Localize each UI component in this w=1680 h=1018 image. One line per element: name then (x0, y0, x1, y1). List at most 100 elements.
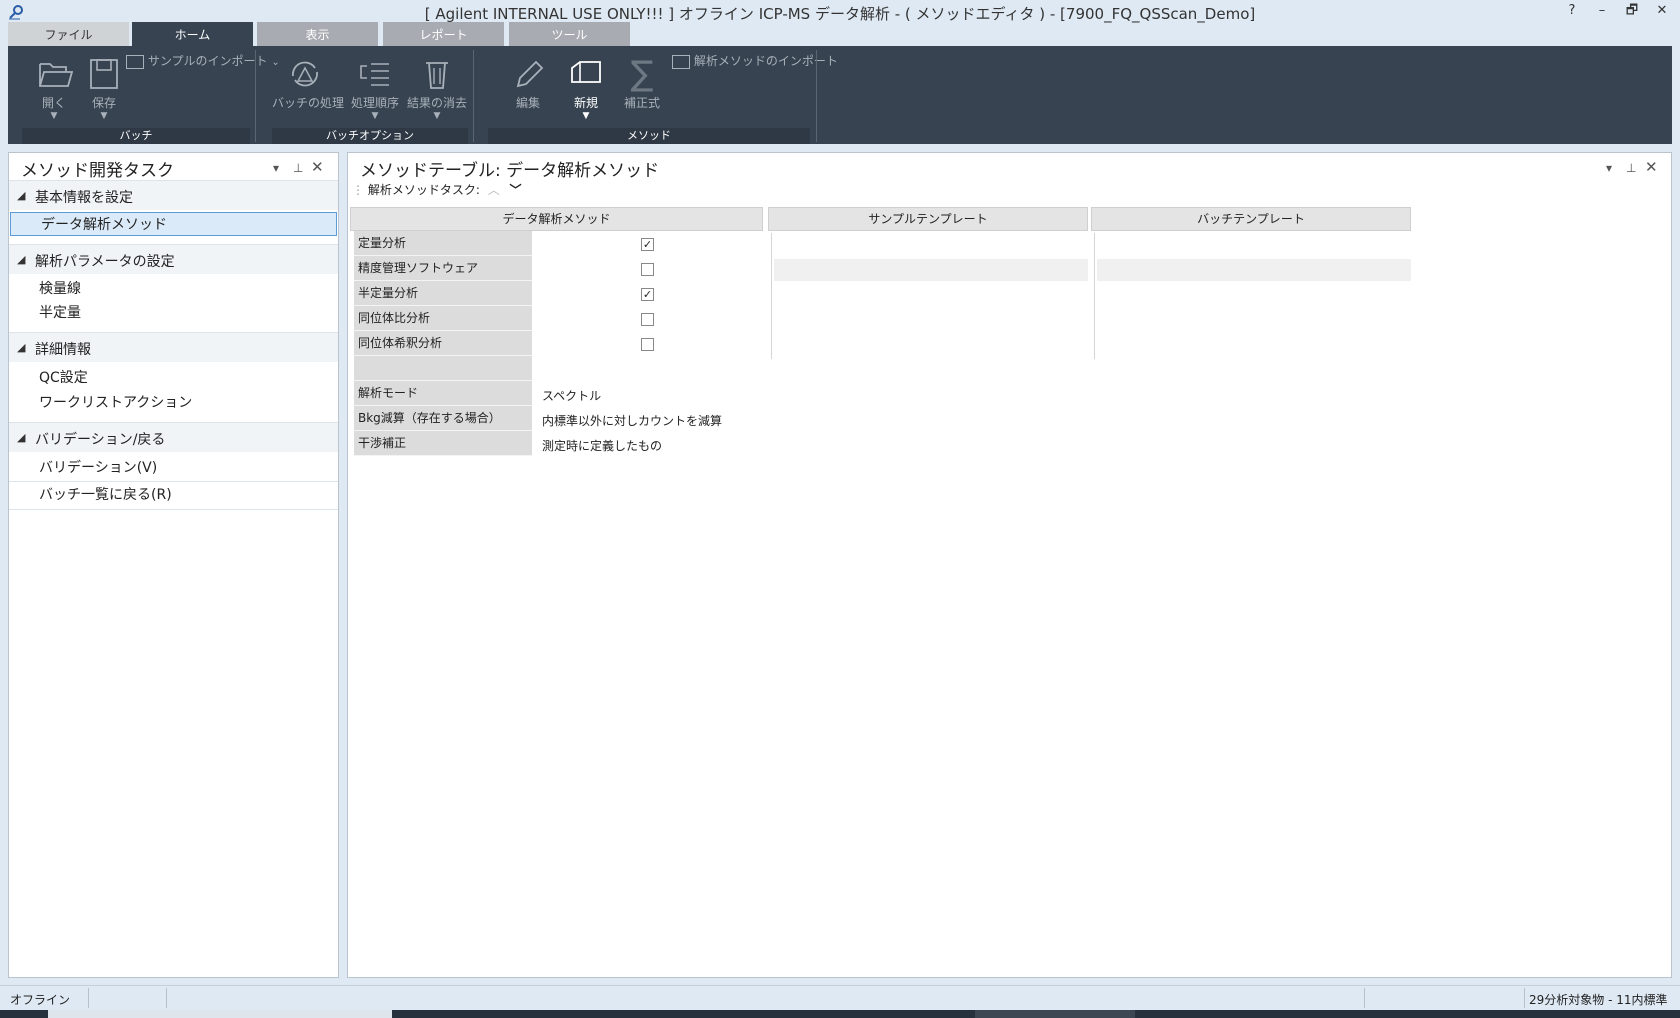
import-sample-button[interactable]: サンプルのインポート ⌄ (126, 52, 280, 69)
correction-label: 補正式 (623, 96, 660, 110)
collapse-triangle-icon: ◢ (17, 253, 26, 266)
pin-icon[interactable]: ⊥ (293, 161, 303, 175)
section-validation[interactable]: ◢ バリデーション/戻る (9, 422, 338, 452)
close-window-button[interactable]: ✕ (1650, 1, 1674, 21)
edit-button[interactable]: 編集 (500, 56, 556, 111)
batch-process-label: バッチの処理 (272, 96, 345, 110)
group-label-batch-options: バッチオプション (272, 128, 468, 144)
import-method-button[interactable]: 解析メソッドのインポート (672, 52, 838, 69)
column-header-batch-template[interactable]: バッチテンプレート (1091, 207, 1411, 231)
task-semiquant[interactable]: 半定量 (9, 301, 338, 325)
section-analysis-params[interactable]: ◢ 解析パラメータの設定 (9, 244, 338, 274)
correction-button[interactable]: ∑ 補正式 (614, 56, 670, 111)
help-button[interactable]: ? (1560, 1, 1584, 21)
group-divider (255, 50, 256, 142)
row-label-isotope-ratio: 同位体比分析 (354, 306, 532, 331)
section-basic-info[interactable]: ◢ 基本情報を設定 (9, 180, 338, 210)
trash-icon (415, 56, 459, 92)
taskbar-strip (0, 1010, 1680, 1018)
sample-template-cell (774, 259, 1088, 281)
import-icon (672, 54, 690, 69)
checkbox-isotope-dilution[interactable] (641, 338, 654, 351)
task-validation[interactable]: バリデーション(V) (9, 456, 338, 480)
pencil-icon (506, 56, 550, 92)
panel-title: メソッドテーブル: データ解析メソッド (360, 161, 660, 181)
chevron-down-icon: ▼ (371, 111, 379, 121)
collapse-triangle-icon: ◢ (17, 431, 26, 444)
panel-title: メソッド開発タスク (21, 161, 174, 181)
checkbox-isotope-ratio[interactable] (641, 313, 654, 326)
method-table-panel: メソッドテーブル: データ解析メソッド ▾ ⊥ ✕ ⋮ 解析メソッドタスク: ︿… (347, 152, 1672, 978)
batch-process-button[interactable]: バッチの処理 (272, 56, 345, 111)
task-back-to-batch[interactable]: バッチ一覧に戻る(R) (9, 483, 338, 507)
task-qc-settings[interactable]: QC設定 (9, 366, 338, 390)
value-bkg-subtraction[interactable]: 内標準以外に対しカウントを減算 (542, 412, 722, 429)
row-label-analysis-mode: 解析モード (354, 381, 532, 406)
row-label-interference: 干渉補正 (354, 431, 532, 456)
chevron-down-icon[interactable]: ﹀ (510, 183, 522, 197)
task-data-analysis-method[interactable]: データ解析メソッド (10, 212, 337, 236)
pin-icon[interactable]: ⊥ (1626, 161, 1636, 175)
value-analysis-mode[interactable]: スペクトル (542, 387, 601, 404)
tab-home[interactable]: ホーム (132, 22, 253, 46)
section-title: バリデーション/戻る (35, 432, 166, 448)
chevron-down-icon: ▼ (100, 111, 108, 121)
tasks-label: 解析メソッドタスク: (367, 183, 480, 197)
chevron-down-icon: ▼ (582, 111, 590, 121)
close-icon[interactable]: ✕ (311, 158, 324, 176)
status-bar: オフライン 29分析対象物 - 11内標準 (0, 985, 1680, 1010)
row-label-quant: 定量分析 (354, 231, 532, 256)
tab-view[interactable]: 表示 (257, 22, 378, 46)
status-divider (1364, 988, 1365, 1008)
status-summary: 29分析対象物 - 11内標準 (1529, 993, 1668, 1007)
status-mode: オフライン (10, 993, 71, 1007)
collapse-triangle-icon: ◢ (17, 341, 26, 354)
taskbar-item[interactable] (975, 1010, 1135, 1018)
close-icon[interactable]: ✕ (1645, 158, 1658, 176)
folder-open-icon (32, 56, 76, 92)
restore-button[interactable]: 🗗 (1620, 1, 1644, 21)
list-order-icon (353, 56, 397, 92)
section-details[interactable]: ◢ 詳細情報 (9, 332, 338, 362)
status-divider (1524, 988, 1525, 1008)
column-header-analysis-method[interactable]: データ解析メソッド (350, 207, 763, 231)
grip-icon[interactable]: ⋮ (352, 183, 364, 197)
checkbox-quant[interactable]: ✓ (641, 238, 654, 251)
checkbox-qc-software[interactable] (641, 263, 654, 276)
tab-tools[interactable]: ツール (509, 22, 630, 46)
section-title: 詳細情報 (35, 342, 91, 358)
import-icon (126, 54, 144, 69)
book-icon (564, 56, 608, 92)
group-label-batch: バッチ (22, 128, 250, 144)
process-order-label: 処理順序 (350, 96, 399, 110)
column-line (771, 233, 772, 359)
taskbar-item[interactable] (48, 1010, 392, 1018)
process-order-button[interactable]: 処理順序 ▼ (344, 56, 406, 121)
tab-file[interactable]: ファイル (8, 22, 129, 46)
row-label-bkg-subtraction: Bkg減算（存在する場合） (354, 406, 532, 431)
save-button[interactable]: 保存 ▼ (74, 56, 134, 121)
group-divider (473, 50, 474, 142)
column-header-sample-template[interactable]: サンプルテンプレート (768, 207, 1088, 231)
checkbox-semiquant[interactable]: ✓ (641, 288, 654, 301)
clear-results-button[interactable]: 結果の消去 ▼ (404, 56, 470, 121)
import-sample-label: サンプルのインポート (147, 54, 268, 68)
task-calibration[interactable]: 検量線 (9, 277, 338, 301)
chevron-up-icon[interactable]: ︿ (488, 183, 500, 197)
task-worklist-action[interactable]: ワークリストアクション (9, 391, 338, 415)
status-divider (166, 988, 167, 1008)
row-label-semiquant: 半定量分析 (354, 281, 532, 306)
window-title: [ Agilent INTERNAL USE ONLY!!! ] オフライン I… (424, 5, 1256, 23)
title-bar: [ Agilent INTERNAL USE ONLY!!! ] オフライン I… (0, 0, 1680, 24)
value-interference[interactable]: 測定時に定義したもの (542, 437, 662, 454)
ribbon: 開く ▼ 保存 ▼ サンプルのインポート ⌄ バッチの処理 処理順序 ▼ 結果の… (8, 46, 1672, 144)
chevron-down-icon[interactable]: ▾ (273, 161, 279, 175)
minimize-button[interactable]: – (1590, 1, 1614, 21)
save-label: 保存 (91, 96, 116, 110)
save-icon (82, 56, 126, 92)
new-button[interactable]: 新規 ▼ (558, 56, 614, 121)
chevron-down-icon[interactable]: ▾ (1606, 161, 1612, 175)
tab-report[interactable]: レポート (383, 22, 504, 46)
batch-template-cell (1097, 259, 1411, 281)
new-label: 新規 (573, 96, 598, 110)
